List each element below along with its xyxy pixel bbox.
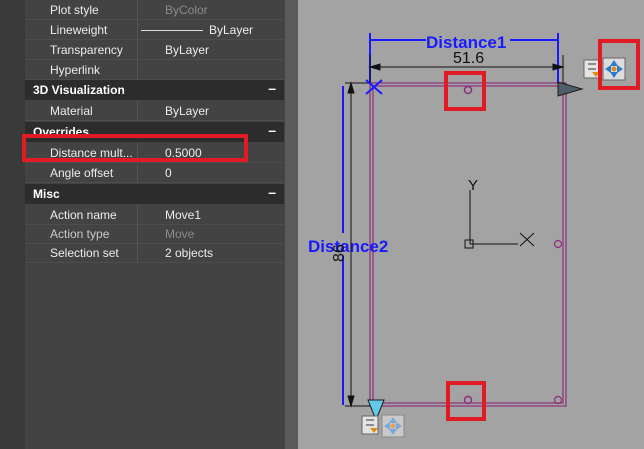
prop-row-lineweight[interactable]: Lineweight ByLayer xyxy=(25,20,284,40)
highlight-box xyxy=(22,134,248,162)
horizontal-dimension-text: 51.6 xyxy=(453,50,484,67)
prop-value: ByLayer xyxy=(165,104,210,118)
prop-label: Selection set xyxy=(50,246,119,260)
collapse-icon[interactable]: – xyxy=(268,184,276,200)
move-action-icon[interactable] xyxy=(602,57,626,81)
arrow-grip-right-icon[interactable] xyxy=(557,81,584,97)
prop-row-material[interactable]: Material ByLayer xyxy=(25,101,284,121)
distance2-label[interactable]: Distance2 xyxy=(308,237,388,256)
prop-value: 0 xyxy=(165,166,172,180)
grip-top[interactable] xyxy=(463,85,473,95)
prop-row-transparency[interactable]: Transparency ByLayer xyxy=(25,40,284,60)
collapse-icon[interactable]: – xyxy=(268,80,276,96)
collapse-icon[interactable]: – xyxy=(268,122,276,138)
section-header-misc[interactable]: Misc – xyxy=(25,184,284,204)
prop-row-action-type[interactable]: Action type Move xyxy=(25,224,284,244)
action-badge-bottom[interactable] xyxy=(361,415,379,435)
lineweight-swatch xyxy=(141,30,203,31)
prop-label: Hyperlink xyxy=(50,63,101,77)
prop-value: ByLayer xyxy=(165,43,210,57)
prop-row-action-name[interactable]: Action name Move1 xyxy=(25,205,284,225)
panel-scrollbar[interactable] xyxy=(285,0,298,449)
base-point-icon[interactable] xyxy=(365,79,383,95)
action-badge-top[interactable] xyxy=(583,59,601,79)
prop-label: Angle offset xyxy=(50,166,114,180)
prop-label: Plot style xyxy=(50,3,99,17)
prop-value: Move1 xyxy=(165,208,202,222)
grip-right[interactable] xyxy=(553,239,563,249)
vertical-dimension-text: 86 xyxy=(331,244,348,262)
prop-label: Action type xyxy=(50,227,110,241)
prop-row-plot-style[interactable]: Plot style ByColor xyxy=(25,0,284,20)
ucs-icon xyxy=(464,190,535,249)
section-title: Misc xyxy=(33,187,60,201)
section-header-3d-visualization[interactable]: 3D Visualization – xyxy=(25,80,284,100)
move-action-icon-bottom[interactable] xyxy=(381,414,405,438)
prop-value: ByColor xyxy=(165,3,208,17)
prop-value: ByLayer xyxy=(209,23,254,37)
prop-label: Lineweight xyxy=(50,23,108,37)
highlight-box xyxy=(446,381,486,421)
rectangle-shape[interactable] xyxy=(369,82,567,407)
prop-value: 2 objects xyxy=(165,246,214,260)
drawing-canvas[interactable]: Distance1 Distance2 51.6 86 Y xyxy=(298,0,644,449)
properties-panel: Plot style ByColor Lineweight ByLayer Tr… xyxy=(0,0,298,449)
prop-row-angle-offset[interactable]: Angle offset 0 xyxy=(25,163,284,183)
section-title: 3D Visualization xyxy=(33,83,125,97)
prop-label: Material xyxy=(50,104,93,118)
prop-row-selection-set[interactable]: Selection set 2 objects xyxy=(25,243,284,263)
ucs-y-label: Y xyxy=(468,177,478,194)
prop-label: Action name xyxy=(50,208,117,222)
properties-grid: Plot style ByColor Lineweight ByLayer Tr… xyxy=(0,0,285,449)
prop-row-hyperlink[interactable]: Hyperlink xyxy=(25,60,284,80)
prop-value: Move xyxy=(165,227,195,241)
prop-label: Transparency xyxy=(50,43,123,57)
